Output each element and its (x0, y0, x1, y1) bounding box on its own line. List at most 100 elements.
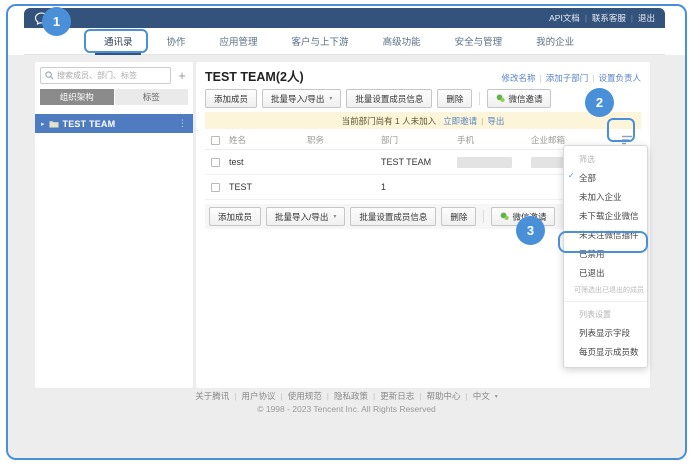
add-subdepartment-link[interactable]: 添加子部门 (546, 72, 589, 84)
active-tab-underline (95, 52, 141, 55)
column-name: 姓名 (229, 134, 307, 146)
toolbar-divider (479, 92, 480, 105)
add-department-button[interactable]: + (175, 69, 189, 83)
tree-item-label: TEST TEAM (63, 119, 174, 129)
dropdown-caret-icon: ▾ (329, 95, 332, 102)
tab-labels[interactable]: 标签 (115, 89, 189, 105)
separator: | (419, 391, 421, 401)
tree-item-test-team[interactable]: ▸ TEST TEAM ⋮ (35, 114, 193, 133)
footer-links: 关于腾讯 | 用户协议 | 使用规范 | 隐私政策 | 更新日志 | 帮助中心 … (8, 390, 685, 402)
redacted-phone (457, 157, 512, 168)
tab-org-structure[interactable]: 组织架构 (40, 89, 114, 105)
main-header: TEST TEAM(2人) 修改名称 | 添加子部门 | 设置负责人 (205, 70, 641, 84)
separator: | (481, 116, 483, 126)
export-link[interactable]: 导出 (487, 115, 504, 127)
topbar-link-api-docs[interactable]: API文档 (549, 12, 580, 24)
notice-text: 当前部门尚有 1 人未加入 (342, 115, 436, 127)
list-options-button[interactable] (621, 135, 633, 145)
notice-links: 立即邀请 | 导出 (443, 115, 504, 127)
search-box[interactable] (40, 67, 171, 84)
top-bar: API文档 | 联系客服 | 退出 (24, 8, 665, 28)
tab-contacts[interactable]: 通讯录 (104, 34, 133, 48)
separator: | (465, 391, 467, 401)
row-checkbox[interactable] (211, 183, 220, 192)
batch-set-member-info-button[interactable]: 批量设置成员信息 (346, 89, 432, 108)
members-per-page-option[interactable]: 每页显示成员数 (564, 342, 647, 361)
language-caret-icon: ▾ (495, 393, 498, 400)
add-member-button[interactable]: 添加成员 (209, 207, 261, 226)
filter-option-not-joined[interactable]: 未加入企业 (564, 187, 647, 206)
toolbar-divider (483, 210, 484, 223)
tab-customers[interactable]: 客户与上下游 (292, 34, 349, 48)
column-department: 部门 (381, 134, 457, 146)
list-display-fields-option[interactable]: 列表显示字段 (564, 323, 647, 342)
tab-app-management[interactable]: 应用管理 (220, 34, 258, 48)
folder-icon (49, 120, 59, 128)
separator: | (585, 14, 587, 23)
language-selector[interactable]: 中文 (473, 390, 490, 402)
rename-link[interactable]: 修改名称 (502, 72, 536, 84)
delete-button[interactable]: 删除 (441, 207, 476, 226)
filter-option-disabled[interactable]: 已禁用 (564, 244, 647, 263)
footer-link-changelog[interactable]: 更新日志 (380, 390, 414, 402)
column-mobile: 手机 (457, 134, 531, 146)
footer-link-usage-rules[interactable]: 使用规范 (288, 390, 322, 402)
list-filter-icon (621, 135, 633, 145)
dropdown-caret-icon: ▾ (333, 213, 336, 220)
filter-option-all[interactable]: ✓ 全部 (564, 168, 647, 187)
filter-option-exited[interactable]: 已退出 (564, 263, 647, 282)
annotation-step-3: 3 (516, 216, 545, 245)
sidebar-tabs: 组织架构 标签 (40, 89, 188, 105)
sidebar: + 组织架构 标签 ▸ TEST TEAM ⋮ (35, 62, 193, 388)
member-name: TEST (229, 182, 307, 192)
tab-collaboration[interactable]: 协作 (167, 34, 186, 48)
annotation-step-2: 2 (585, 88, 614, 117)
set-manager-link[interactable]: 设置负责人 (598, 72, 641, 84)
wework-admin-screenshot: API文档 | 联系客服 | 退出 通讯录 协作 应用管理 客户与上下游 高级功… (0, 0, 693, 468)
member-department: TEST TEAM (381, 157, 457, 167)
footer-link-privacy-policy[interactable]: 隐私政策 (334, 390, 368, 402)
tab-advanced-features[interactable]: 高级功能 (383, 34, 421, 48)
department-actions: 修改名称 | 添加子部门 | 设置负责人 (502, 72, 641, 84)
tab-security-management[interactable]: 安全与管理 (455, 34, 503, 48)
department-title: TEST TEAM(2人) (205, 70, 304, 84)
batch-import-export-button[interactable]: 批量导入/导出 ▾ (262, 89, 341, 108)
footer-link-user-agreement[interactable]: 用户协议 (242, 390, 276, 402)
dropdown-divider (564, 301, 647, 302)
member-name: test (229, 157, 307, 167)
footer-link-about[interactable]: 关于腾讯 (195, 390, 229, 402)
expand-caret-icon[interactable]: ▸ (41, 120, 45, 128)
annotation-step-1: 1 (42, 7, 71, 36)
member-toolbar-top: 添加成员 批量导入/导出 ▾ 批量设置成员信息 删除 微信邀请 (205, 89, 641, 108)
tab-my-company[interactable]: 我的企业 (536, 34, 574, 48)
select-all-checkbox[interactable] (211, 136, 220, 145)
nav-bar: 通讯录 协作 应用管理 客户与上下游 高级功能 安全与管理 我的企业 (24, 28, 665, 55)
topbar-link-logout[interactable]: 退出 (638, 12, 655, 24)
batch-import-export-button[interactable]: 批量导入/导出 ▾ (266, 207, 345, 226)
separator: | (327, 391, 329, 401)
separator: | (592, 73, 594, 83)
wechat-invite-button[interactable]: 微信邀请 (487, 89, 551, 108)
filter-option-not-downloaded[interactable]: 未下载企业微信 (564, 206, 647, 225)
batch-set-member-info-button[interactable]: 批量设置成员信息 (350, 207, 436, 226)
tree-item-more-icon[interactable]: ⋮ (178, 118, 187, 129)
footer-link-help-center[interactable]: 帮助中心 (426, 390, 460, 402)
column-job-title: 职务 (307, 134, 381, 146)
delete-button[interactable]: 删除 (437, 89, 472, 108)
dropdown-section-list-settings: 列表设置 (564, 306, 647, 323)
wechat-icon (500, 212, 509, 221)
topbar-link-contact-support[interactable]: 联系客服 (592, 12, 626, 24)
filter-option-not-following-plugin[interactable]: 未关注微信插件 (564, 225, 647, 244)
dropdown-section-filter: 筛选 (564, 151, 647, 168)
filter-dropdown-menu: 筛选 ✓ 全部 未加入企业 未下载企业微信 未关注微信插件 已禁用 已退出 可筛… (563, 145, 648, 368)
add-member-button[interactable]: 添加成员 (205, 89, 257, 108)
separator: | (373, 391, 375, 401)
member-department: 1 (381, 182, 457, 192)
row-checkbox[interactable] (211, 158, 220, 167)
search-icon (45, 71, 54, 80)
separator: | (540, 73, 542, 83)
invite-now-link[interactable]: 立即邀请 (443, 115, 477, 127)
sidebar-search-row: + (35, 62, 193, 84)
separator: | (234, 391, 236, 401)
search-input[interactable] (57, 71, 166, 80)
